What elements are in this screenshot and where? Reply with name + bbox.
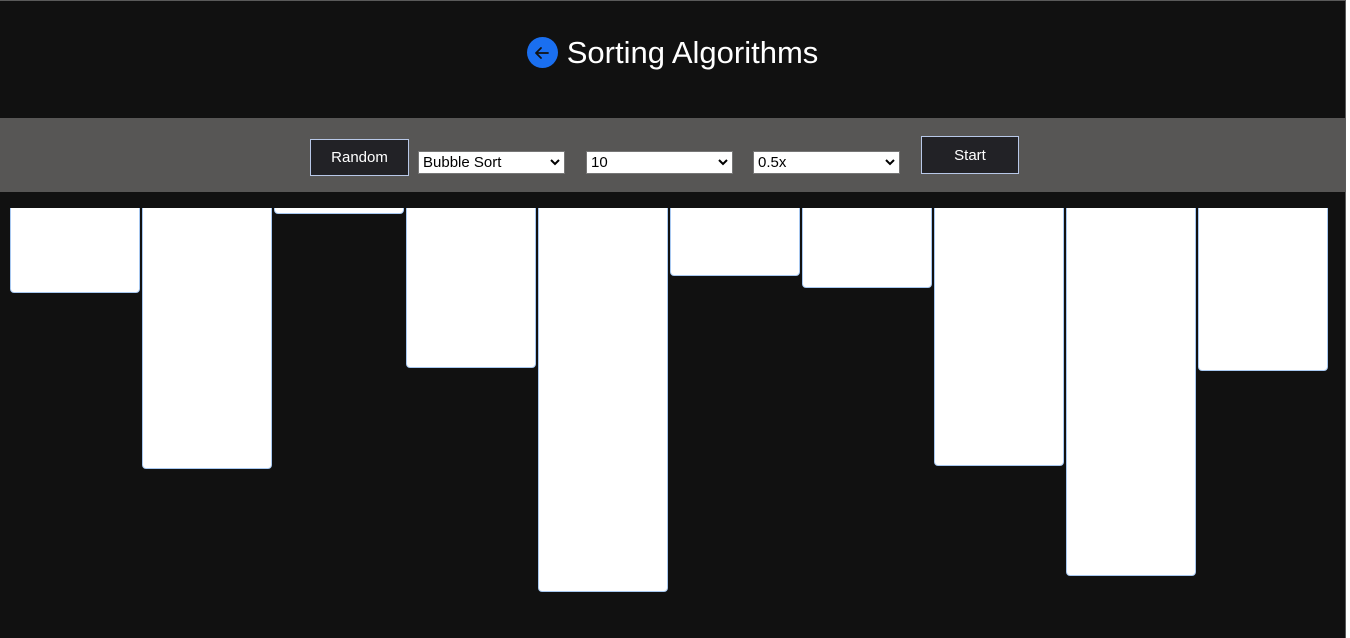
array-bar xyxy=(1198,208,1328,371)
speed-select-value: 0.5x xyxy=(758,154,787,171)
array-bar xyxy=(934,208,1064,466)
page-header: Sorting Algorithms xyxy=(0,1,1345,118)
size-select-value: 10 xyxy=(591,154,608,171)
page-title: Sorting Algorithms xyxy=(566,35,819,70)
array-bar xyxy=(10,208,140,293)
chevron-down-icon xyxy=(885,159,895,166)
app-window: Sorting Algorithms Random Bubble Sort 10… xyxy=(0,0,1346,638)
arrow-left-icon xyxy=(535,46,550,59)
array-bar xyxy=(802,208,932,288)
array-bar xyxy=(1066,208,1196,576)
array-bar xyxy=(406,208,536,368)
array-bar xyxy=(274,208,404,214)
algorithm-select-value: Bubble Sort xyxy=(423,154,502,171)
controls-toolbar: Random Bubble Sort 10 0.5x Start xyxy=(0,118,1345,192)
start-button[interactable]: Start xyxy=(921,136,1019,174)
array-bar xyxy=(538,208,668,592)
bars-container xyxy=(10,208,1330,628)
random-button[interactable]: Random xyxy=(310,139,409,176)
back-button[interactable] xyxy=(526,37,558,68)
chevron-down-icon xyxy=(718,159,728,166)
scrollbar[interactable] xyxy=(1346,0,1350,638)
header-title-group: Sorting Algorithms xyxy=(526,35,819,70)
size-select[interactable]: 10 xyxy=(586,151,733,174)
chevron-down-icon xyxy=(550,159,560,166)
algorithm-select[interactable]: Bubble Sort xyxy=(418,151,565,174)
array-bar xyxy=(670,208,800,276)
speed-select[interactable]: 0.5x xyxy=(753,151,900,174)
array-bar xyxy=(142,208,272,469)
